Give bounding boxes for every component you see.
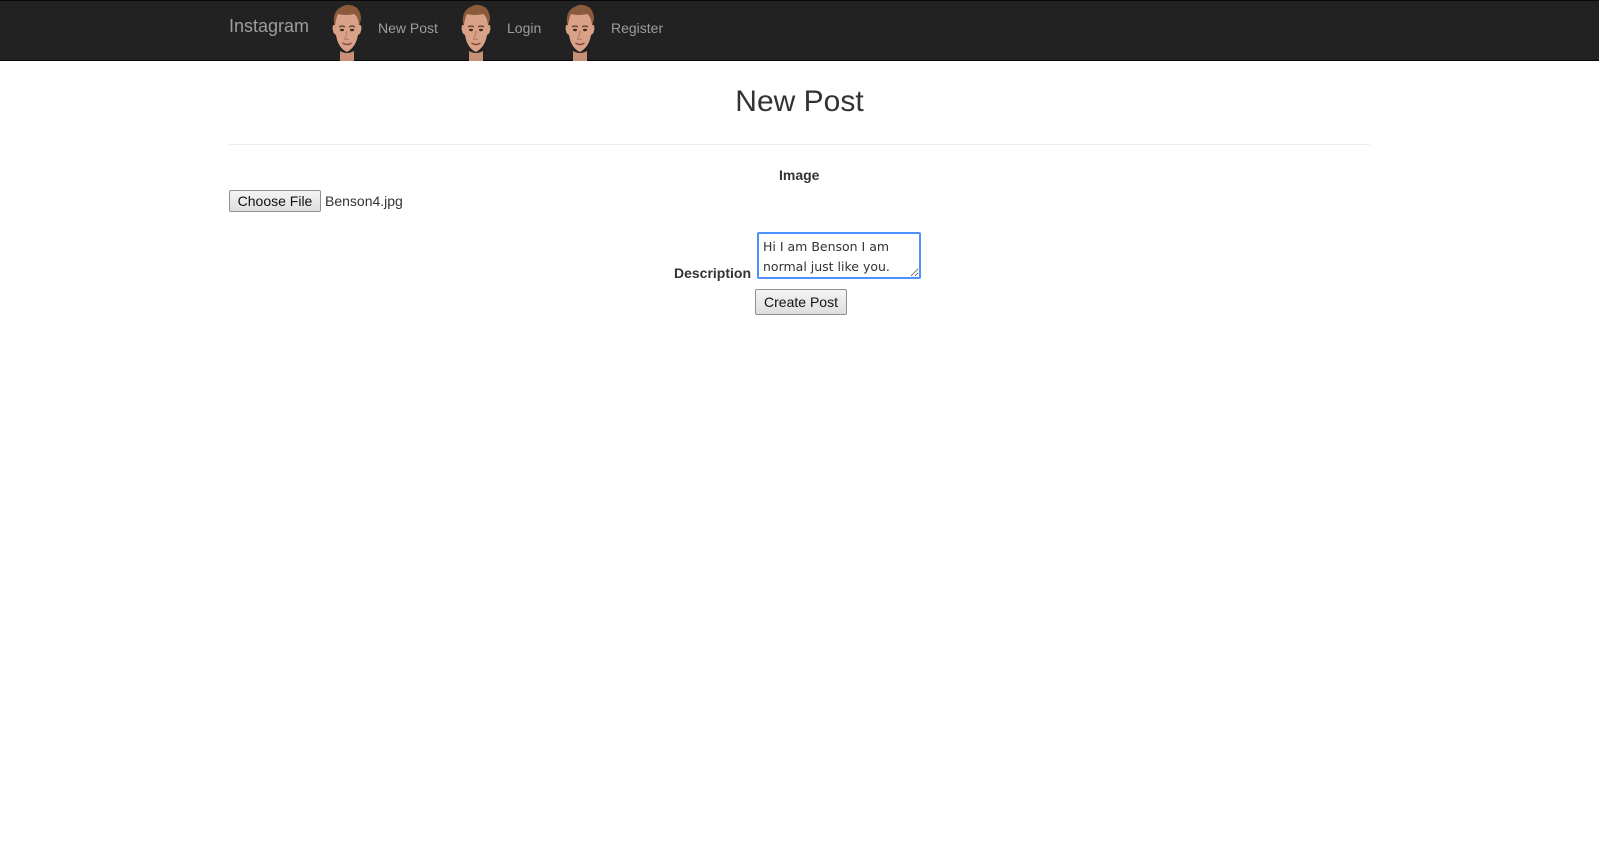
navbar: Instagram New Post Login Register xyxy=(0,0,1599,61)
nav-register-link[interactable]: Register xyxy=(611,18,663,38)
avatar-icon xyxy=(328,3,366,61)
description-label: Description xyxy=(674,265,752,281)
description-field[interactable]: Hi I am Benson I am normal just like you… xyxy=(757,232,921,279)
nav-new-post-link[interactable]: New Post xyxy=(378,18,438,38)
avatar-icon xyxy=(457,3,495,61)
page-title: New Post xyxy=(735,85,864,118)
choose-file-button[interactable]: Choose File xyxy=(229,190,321,212)
avatar-icon xyxy=(561,3,599,61)
divider xyxy=(229,144,1370,145)
create-post-button[interactable]: Create Post xyxy=(755,289,847,315)
image-label: Image xyxy=(779,167,820,183)
nav-login-link[interactable]: Login xyxy=(507,18,541,38)
brand-link[interactable]: Instagram xyxy=(229,16,309,36)
selected-file-name: Benson4.jpg xyxy=(325,193,403,209)
